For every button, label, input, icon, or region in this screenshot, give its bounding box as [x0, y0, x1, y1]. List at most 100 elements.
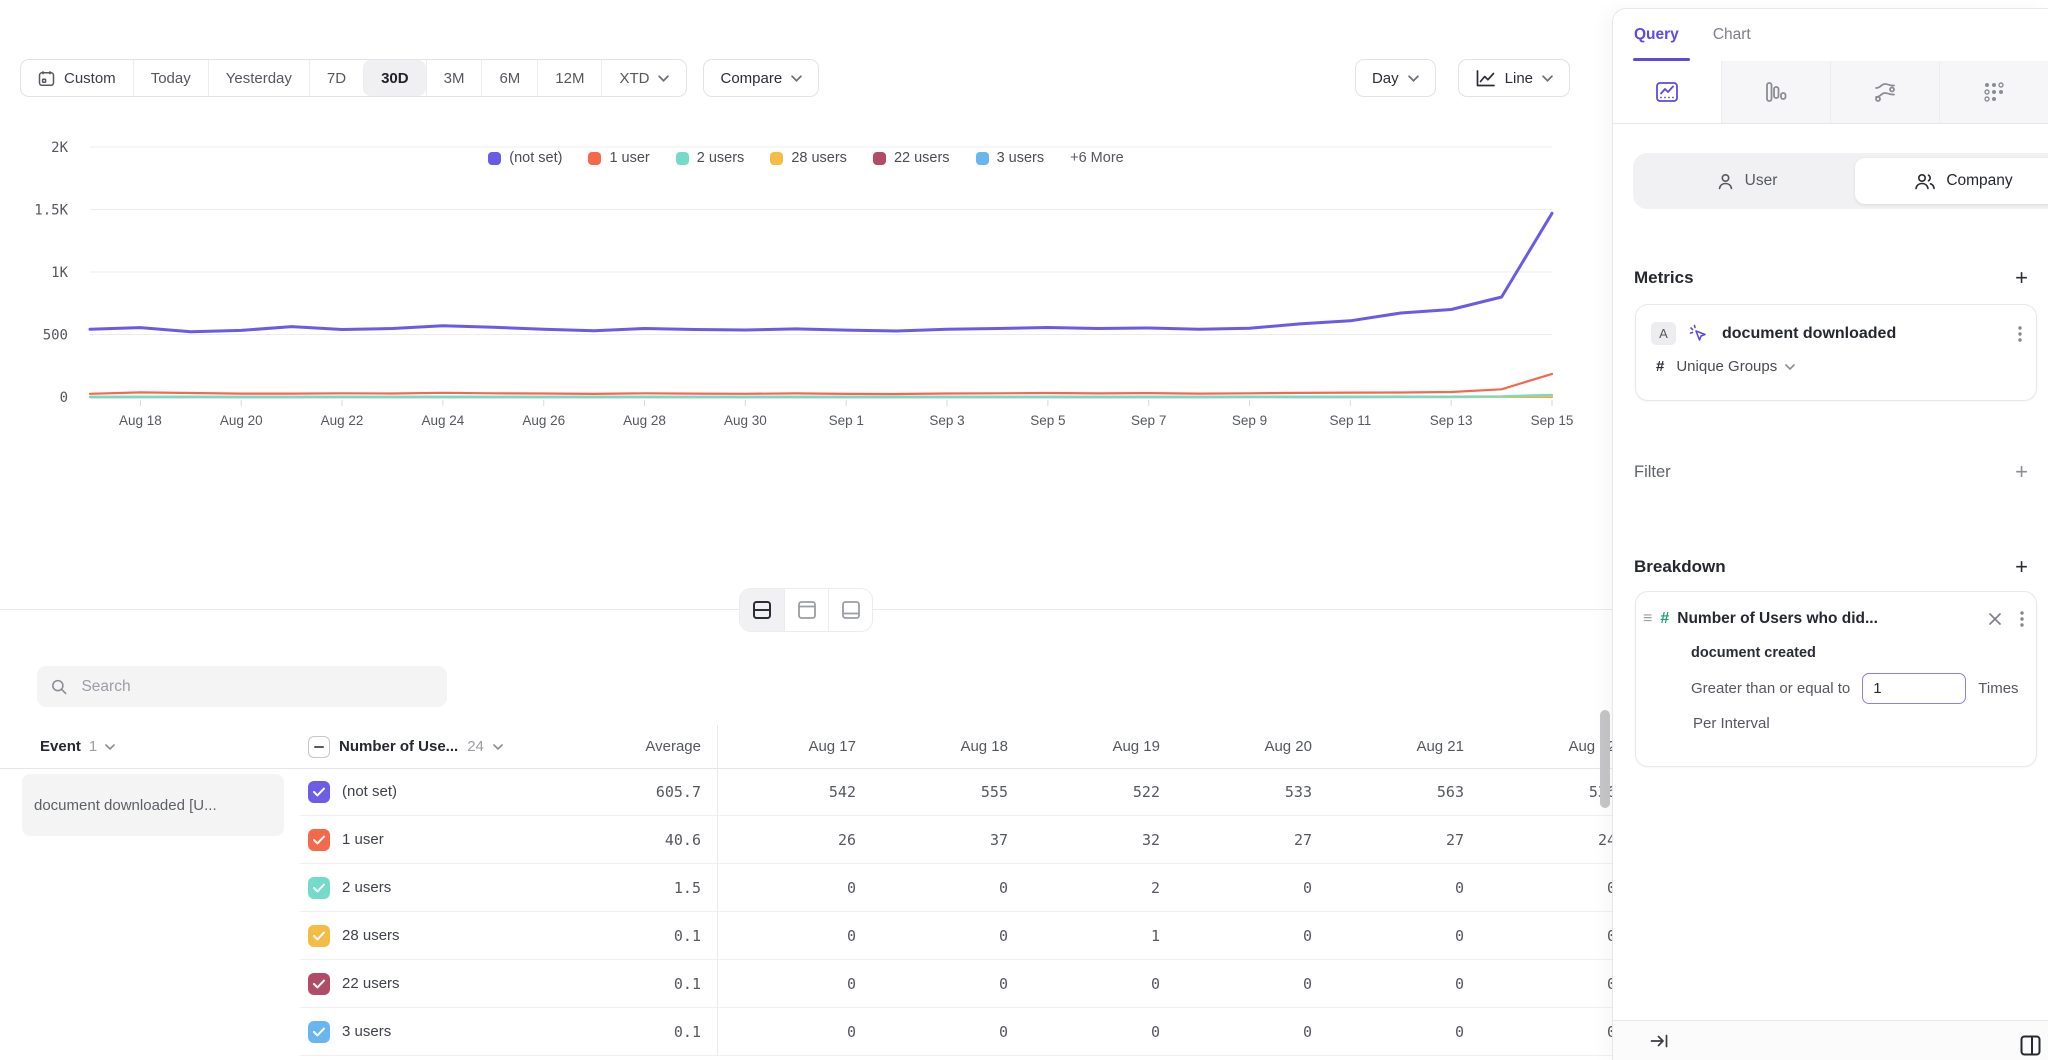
row-value: 0: [870, 912, 1022, 960]
event-cell[interactable]: document downloaded [U...: [22, 774, 284, 836]
add-filter-button[interactable]: +: [2015, 461, 2028, 483]
svg-text:Aug 30: Aug 30: [724, 413, 767, 428]
range-yesterday-button[interactable]: Yesterday: [208, 60, 309, 96]
tab-flow-chart[interactable]: [1830, 61, 1939, 123]
layout-chart-top-button[interactable]: [784, 589, 828, 631]
chart-type-tabs: [1613, 61, 2048, 124]
sidebar-bottom-bar: [1613, 1020, 2048, 1060]
search-input[interactable]: [79, 677, 433, 697]
svg-text:Aug 18: Aug 18: [119, 413, 162, 428]
row-average: 0.1: [550, 1008, 718, 1056]
side-panel-toggle-button[interactable]: [2019, 1034, 2042, 1057]
add-metric-button[interactable]: +: [2015, 267, 2028, 289]
row-checkbox[interactable]: [308, 877, 330, 899]
analytics-app: Custom Today Yesterday 7D 30D 3M 6M 12M …: [0, 0, 2048, 1060]
row-value: 0: [718, 960, 870, 1008]
range-30d-button[interactable]: 30D: [363, 60, 426, 96]
select-all-checkbox[interactable]: [308, 736, 330, 758]
filter-section-header: Filter +: [1634, 461, 2028, 483]
measure-select[interactable]: Unique Groups: [1676, 358, 1795, 375]
average-column-header: Average: [550, 725, 718, 768]
row-label: 2 users: [342, 879, 391, 896]
metric-kebab-menu[interactable]: [2018, 326, 2022, 342]
date-column-header: Aug 20: [1174, 725, 1326, 768]
remove-breakdown-button[interactable]: [1988, 612, 2002, 626]
row-value: 0: [1174, 960, 1326, 1008]
interval-select[interactable]: Day: [1355, 59, 1436, 97]
row-value: 522: [1022, 768, 1174, 816]
compare-button[interactable]: Compare: [703, 59, 819, 97]
drag-handle-icon[interactable]: ≡: [1643, 610, 1652, 628]
row-value: 0: [1478, 1008, 1612, 1056]
layout-chart-bottom-button[interactable]: [828, 589, 872, 631]
row-average: 1.5: [550, 864, 718, 912]
row-checkbox[interactable]: [308, 973, 330, 995]
add-breakdown-button[interactable]: +: [2015, 556, 2028, 578]
active-tab-underline: [1633, 58, 1690, 61]
tab-bar-chart[interactable]: [1721, 61, 1830, 123]
check-icon: [313, 1027, 325, 1037]
svg-text:Aug 28: Aug 28: [623, 413, 666, 428]
table-row: 3 users0.1000000: [0, 1008, 1612, 1056]
row-label: 3 users: [342, 1023, 391, 1040]
range-custom-button[interactable]: Custom: [21, 60, 133, 96]
toggle-company[interactable]: Company: [1855, 158, 2048, 204]
range-6m-button[interactable]: 6M: [481, 60, 537, 96]
range-3m-button[interactable]: 3M: [426, 60, 482, 96]
collapse-sidebar-button[interactable]: [1650, 1033, 1668, 1049]
event-column-spacer: [0, 1008, 300, 1056]
row-checkbox[interactable]: [308, 829, 330, 851]
metric-event-name[interactable]: document downloaded: [1722, 325, 2005, 343]
tab-more-charts[interactable]: [1939, 61, 2048, 123]
line-chart-svg: 05001K1.5K2KAug 18Aug 20Aug 22Aug 24Aug …: [0, 130, 1612, 430]
svg-text:Aug 26: Aug 26: [522, 413, 565, 428]
svg-text:Sep 11: Sep 11: [1329, 413, 1371, 428]
event-column-spacer: [0, 864, 300, 912]
tab-query[interactable]: Query: [1634, 26, 1679, 44]
breakdown-event-name[interactable]: document created: [1636, 628, 2036, 661]
breakdown-kebab-menu[interactable]: [2020, 611, 2024, 627]
chart-type-select[interactable]: Line: [1458, 59, 1570, 97]
range-today-button[interactable]: Today: [133, 60, 208, 96]
per-interval-label[interactable]: Per Interval: [1636, 704, 2036, 732]
breakdown-card-header: ≡ # Number of Users who did...: [1636, 592, 2036, 628]
layout-split-button[interactable]: [740, 589, 784, 631]
svg-text:Sep 13: Sep 13: [1430, 413, 1473, 428]
row-checkbox[interactable]: [308, 781, 330, 803]
row-value: 37: [870, 816, 1022, 864]
table-scrollbar[interactable]: [1600, 710, 1610, 808]
tab-line-chart[interactable]: [1613, 61, 1721, 123]
row-value: 542: [718, 768, 870, 816]
toggle-user[interactable]: User: [1638, 158, 1855, 204]
row-checkbox[interactable]: [308, 1021, 330, 1043]
row-label: (not set): [342, 783, 397, 800]
number-property-icon: #: [1660, 610, 1669, 628]
search-icon: [51, 678, 67, 696]
event-column-spacer: [0, 912, 300, 960]
range-7d-button[interactable]: 7D: [309, 60, 363, 96]
user-icon: [1716, 172, 1735, 191]
close-icon: [1988, 612, 2002, 626]
kebab-icon: [2020, 611, 2024, 627]
query-sidebar: Query Chart User C: [1612, 8, 2048, 1060]
row-checkbox[interactable]: [308, 925, 330, 947]
chevron-down-icon: [493, 744, 503, 750]
range-12m-button[interactable]: 12M: [537, 60, 601, 96]
breakdown-property-name[interactable]: Number of Users who did...: [1677, 610, 1980, 628]
metrics-title: Metrics: [1634, 268, 1694, 288]
event-column-header[interactable]: Event 1: [0, 725, 300, 768]
times-value-input[interactable]: [1862, 673, 1966, 704]
company-icon: [1914, 172, 1936, 191]
row-value: 0: [718, 864, 870, 912]
row-value: 533: [1174, 768, 1326, 816]
row-average: 40.6: [550, 816, 718, 864]
tab-chart[interactable]: Chart: [1713, 26, 1751, 44]
range-xtd-button[interactable]: XTD: [601, 60, 686, 96]
chevron-down-icon: [1408, 75, 1419, 82]
metric-measure-row: # Unique Groups: [1636, 345, 2036, 375]
chevron-down-icon: [791, 75, 802, 82]
line-chart-icon: [1475, 69, 1496, 88]
filter-title: Filter: [1634, 463, 1671, 482]
row-value: 0: [1022, 1008, 1174, 1056]
check-icon: [313, 883, 325, 893]
